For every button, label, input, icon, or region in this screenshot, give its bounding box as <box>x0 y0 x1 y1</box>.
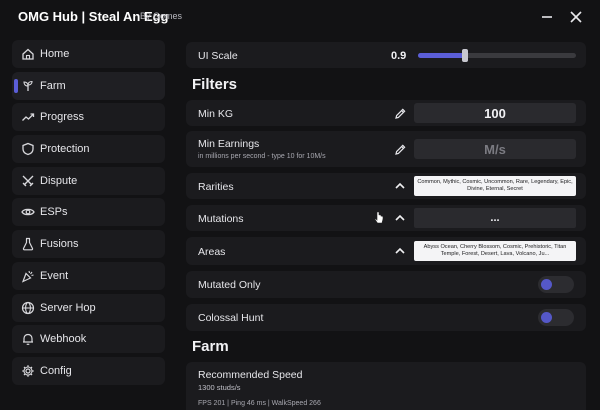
active-indicator <box>14 78 18 93</box>
home-icon <box>20 46 36 62</box>
min-kg-label: Min KG <box>198 108 234 120</box>
mutations-row[interactable]: Mutations ... <box>186 205 586 231</box>
min-earnings-row: Min Earnings in millions per second - ty… <box>186 131 586 167</box>
min-kg-row: Min KG 100 <box>186 100 586 126</box>
rarities-row[interactable]: Rarities Common, Mythic, Cosmic, Uncommo… <box>186 173 586 199</box>
sidebar-item-dispute[interactable]: Dispute <box>12 166 165 195</box>
sidebar-item-fusions[interactable]: Fusions <box>12 230 165 259</box>
min-earnings-label: Min Earnings <box>198 138 260 150</box>
pencil-icon[interactable] <box>393 106 407 120</box>
toggle-knob <box>541 279 552 290</box>
content-panel[interactable]: UI Scale 0.9 Filters Min KG 100 Min Earn… <box>186 40 588 410</box>
bell-icon <box>20 331 36 347</box>
recommended-speed-row: Recommended Speed 1300 studs/s FPS 201 |… <box>186 362 586 410</box>
hub-window: OMG Hub | Steal An Egg By Gomes Home Far… <box>0 0 600 410</box>
sidebar-item-label: Farm <box>40 79 66 92</box>
ui-scale-value: 0.9 <box>391 50 407 62</box>
mutated-only-row: Mutated Only <box>186 271 586 298</box>
chevron-up-icon[interactable] <box>393 244 407 258</box>
title-bar[interactable]: OMG Hub | Steal An Egg By Gomes <box>0 0 600 34</box>
sidebar-item-webhook[interactable]: Webhook <box>12 325 165 354</box>
app-author: By Gomes <box>140 11 183 21</box>
sidebar-item-esps[interactable]: ESPs <box>12 198 165 227</box>
performance-status: FPS 201 | Ping 46 ms | WalkSpeed 266 <box>198 400 321 407</box>
recommended-speed-value: 1300 studs/s <box>198 383 241 392</box>
min-earnings-hint: in millions per second - type 10 for 10M… <box>198 153 326 160</box>
ui-scale-row: UI Scale 0.9 <box>186 42 586 68</box>
close-icon <box>570 11 582 23</box>
colossal-hunt-toggle[interactable] <box>538 309 574 326</box>
sprout-icon <box>20 78 36 94</box>
crossed-swords-icon <box>20 173 36 189</box>
sidebar-item-progress[interactable]: Progress <box>12 103 165 132</box>
areas-dropdown[interactable]: Abyss Ocean, Cherry Blossom, Cosmic, Pre… <box>414 241 576 261</box>
pencil-icon[interactable] <box>393 142 407 156</box>
chevron-up-icon[interactable] <box>393 211 407 225</box>
ui-scale-slider[interactable] <box>418 49 576 62</box>
sidebar-item-label: Protection <box>40 143 90 156</box>
sidebar-item-label: Webhook <box>40 333 87 346</box>
toggle-knob <box>541 312 552 323</box>
sidebar-item-label: Home <box>40 48 70 60</box>
sidebar-item-home[interactable]: Home <box>12 40 165 68</box>
globe-icon <box>20 300 36 316</box>
farm-section-title: Farm <box>192 338 229 355</box>
sidebar-item-config[interactable]: Config <box>12 356 165 385</box>
mutated-only-label: Mutated Only <box>198 279 261 291</box>
ui-scale-label: UI Scale <box>198 50 238 62</box>
sidebar-item-label: Server Hop <box>40 301 96 314</box>
rarities-label: Rarities <box>198 181 234 193</box>
sidebar-item-label: Config <box>40 364 72 377</box>
sidebar-item-server-hop[interactable]: Server Hop <box>12 293 165 322</box>
shield-icon <box>20 141 36 157</box>
mouse-cursor-icon <box>374 211 384 224</box>
party-popper-icon <box>20 268 36 284</box>
min-earnings-input[interactable]: M/s <box>414 139 576 159</box>
minimize-icon <box>542 16 552 18</box>
mutations-dropdown[interactable]: ... <box>414 208 576 228</box>
gear-icon <box>20 363 36 379</box>
sidebar-item-protection[interactable]: Protection <box>12 135 165 164</box>
trend-up-icon <box>20 109 36 125</box>
slider-thumb[interactable] <box>462 49 469 62</box>
slider-fill <box>418 53 466 58</box>
close-button[interactable] <box>565 6 587 28</box>
colossal-hunt-label: Colossal Hunt <box>198 312 264 324</box>
eye-icon <box>20 204 36 220</box>
chevron-up-icon[interactable] <box>393 179 407 193</box>
flask-icon <box>20 236 36 252</box>
sidebar-item-label: Dispute <box>40 174 78 187</box>
min-kg-input[interactable]: 100 <box>414 103 576 123</box>
sidebar: Home Farm Progress Protection Dispute ES… <box>12 40 165 389</box>
mutated-only-toggle[interactable] <box>538 276 574 293</box>
areas-label: Areas <box>198 246 226 258</box>
colossal-hunt-row: Colossal Hunt <box>186 304 586 331</box>
minimize-button[interactable] <box>536 6 558 28</box>
sidebar-item-label: Fusions <box>40 238 79 251</box>
sidebar-item-farm[interactable]: Farm <box>12 71 165 100</box>
sidebar-item-label: Progress <box>40 111 85 124</box>
sidebar-item-label: Event <box>40 269 69 282</box>
recommended-speed-label: Recommended Speed <box>198 369 303 381</box>
sidebar-item-event[interactable]: Event <box>12 261 165 290</box>
rarities-dropdown[interactable]: Common, Mythic, Cosmic, Uncommon, Rare, … <box>414 176 576 196</box>
sidebar-item-label: ESPs <box>40 206 68 219</box>
filters-section-title: Filters <box>192 76 238 93</box>
mutations-label: Mutations <box>198 213 244 225</box>
areas-row[interactable]: Areas Abyss Ocean, Cherry Blossom, Cosmi… <box>186 237 586 265</box>
